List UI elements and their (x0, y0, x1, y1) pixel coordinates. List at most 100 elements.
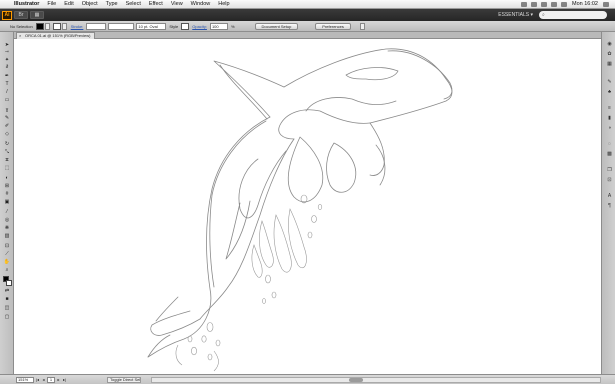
width-icon[interactable]: ⧖ (3, 158, 11, 163)
hand-icon[interactable]: ✋ (3, 260, 11, 265)
variable-width-profile[interactable] (108, 22, 135, 30)
menu-help[interactable]: Help (214, 0, 233, 8)
pen-icon[interactable]: ✒ (3, 74, 11, 79)
color-panel-icon[interactable]: ◉ (606, 42, 613, 47)
graphic-styles-icon[interactable]: ▩ (606, 152, 613, 157)
zoom-level-field[interactable]: 151% (16, 376, 34, 383)
transparency-icon[interactable]: ◑ (606, 126, 613, 131)
symbol-sprayer-icon[interactable]: ❋ (3, 226, 11, 231)
draw-mode-icon[interactable]: ◫ (3, 306, 11, 311)
opacity-field[interactable]: 100 (209, 22, 228, 30)
first-artboard-button[interactable]: |◂ (35, 377, 40, 383)
free-transform-icon[interactable]: ⬚ (3, 166, 11, 171)
zoom-icon[interactable]: ⌕ (3, 268, 11, 273)
paintbrush-icon[interactable]: ɣ (3, 108, 11, 113)
scrollbar-thumb[interactable] (349, 377, 364, 382)
stroke-panel-icon[interactable]: ≡ (606, 106, 613, 111)
blob-brush-icon[interactable]: ✐ (3, 124, 11, 129)
current-tool-status[interactable]: Toggle Direct Selection (107, 376, 141, 383)
menu-select[interactable]: Select (122, 0, 145, 8)
screen-mode-icon[interactable]: ▢ (3, 315, 11, 320)
gradient-icon[interactable]: ▣ (3, 200, 11, 205)
timemachine-icon[interactable] (531, 1, 537, 7)
menu-effect[interactable]: Effect (145, 0, 167, 8)
rotate-icon[interactable]: ↻ (3, 142, 11, 147)
splash-drop (187, 335, 193, 343)
tail-fluke-upper (150, 310, 201, 336)
workspace-switcher[interactable]: ESSENTIALS ▾ (492, 12, 539, 18)
battery-icon[interactable] (561, 1, 567, 7)
menubar-status-area: Mon 16:02 (519, 1, 615, 7)
scale-icon[interactable]: ⤡ (3, 150, 11, 155)
orca-sketch[interactable] (14, 39, 601, 374)
bluetooth-icon[interactable] (521, 1, 527, 7)
menu-app-name[interactable]: Illustrator (10, 0, 43, 8)
splash-curve (175, 344, 183, 366)
selection-arrow-icon[interactable]: ➤ (3, 43, 11, 48)
lasso-icon[interactable]: ∂ (3, 65, 11, 70)
artboard-canvas[interactable] (14, 39, 601, 374)
menu-object[interactable]: Object (78, 0, 102, 8)
column-graph-icon[interactable]: ▥ (3, 234, 11, 239)
stroke-swatch[interactable] (52, 22, 61, 30)
previous-artboard-button[interactable]: ◂ (41, 377, 46, 383)
menu-view[interactable]: View (167, 0, 187, 8)
document-setup-button[interactable]: Document Setup (254, 22, 299, 30)
menu-window[interactable]: Window (187, 0, 215, 8)
help-search-input[interactable]: ⌕ (539, 11, 607, 19)
bridge-button[interactable]: Br (14, 11, 28, 19)
arrange-documents-button[interactable]: ▦ (30, 11, 44, 19)
splash-drop (191, 346, 197, 356)
opacity-link[interactable]: Opacity: (190, 24, 209, 29)
swap-fill-stroke-icon[interactable]: ⇄ (3, 289, 11, 294)
menu-edit[interactable]: Edit (60, 0, 77, 8)
slice-icon[interactable]: ⟋ (3, 252, 11, 257)
horizontal-scrollbar[interactable] (151, 376, 601, 383)
eraser-icon[interactable]: ◇ (3, 132, 11, 137)
menu-type[interactable]: Type (102, 0, 122, 8)
document-tab[interactable]: × ORCA 01.ai @ 151% (RGB/Preview) (16, 32, 96, 39)
spotlight-icon[interactable] (603, 1, 609, 7)
color-guide-icon[interactable]: ✿ (606, 52, 613, 57)
fill-swatch[interactable] (35, 22, 44, 30)
paragraph-icon[interactable]: ¶ (606, 204, 613, 209)
last-artboard-button[interactable]: ▸| (62, 377, 67, 383)
appearance-icon[interactable]: ◌ (606, 142, 613, 147)
magic-wand-icon[interactable]: ✦ (3, 58, 11, 63)
line-segment-icon[interactable]: / (3, 90, 11, 95)
stroke-dropdown[interactable] (61, 22, 67, 30)
preferences-button[interactable]: Preferences (315, 22, 351, 30)
perspective-grid-icon[interactable]: ⊞ (3, 184, 11, 189)
volume-icon[interactable] (551, 1, 557, 7)
graphic-style-swatch[interactable] (181, 22, 190, 30)
fill-dropdown[interactable] (44, 22, 50, 30)
type-icon[interactable]: T (3, 82, 11, 87)
mesh-icon[interactable]: # (3, 192, 11, 197)
gradient-panel-icon[interactable]: ▮ (606, 116, 613, 121)
stroke-link[interactable]: Stroke: (69, 24, 86, 29)
brush-definition[interactable]: 10 pt. Oval (136, 22, 167, 30)
align-options-icon[interactable] (359, 22, 365, 30)
swatches-icon[interactable]: ▦ (606, 62, 613, 67)
direct-selection-icon[interactable]: ⇾ (3, 50, 11, 55)
pencil-icon[interactable]: ✎ (3, 116, 11, 121)
stroke-weight-field[interactable] (86, 22, 107, 30)
symbols-icon[interactable]: ♣ (606, 90, 613, 95)
menubar-clock[interactable]: Mon 16:02 (569, 1, 601, 7)
blend-icon[interactable]: ◎ (3, 218, 11, 223)
color-mode-icon[interactable]: ■ (3, 297, 11, 302)
next-artboard-button[interactable]: ▸ (56, 377, 61, 383)
character-icon[interactable]: A (606, 194, 613, 199)
artboard-icon[interactable]: ⊡ (3, 244, 11, 249)
wifi-icon[interactable] (541, 1, 547, 7)
head-outline (283, 48, 453, 124)
stroke-color-box[interactable] (6, 280, 12, 286)
layers-icon[interactable]: ❐ (606, 168, 613, 173)
artboard-number-field[interactable]: 1 (47, 376, 55, 383)
menu-file[interactable]: File (43, 0, 60, 8)
rectangle-icon[interactable]: ▭ (3, 98, 11, 103)
eyedropper-icon[interactable]: ⁄ (3, 210, 11, 215)
brushes-icon[interactable]: ✎ (606, 80, 613, 85)
shape-builder-icon[interactable]: ◐ (3, 176, 11, 181)
artboards-icon[interactable]: ⊡ (606, 178, 613, 183)
